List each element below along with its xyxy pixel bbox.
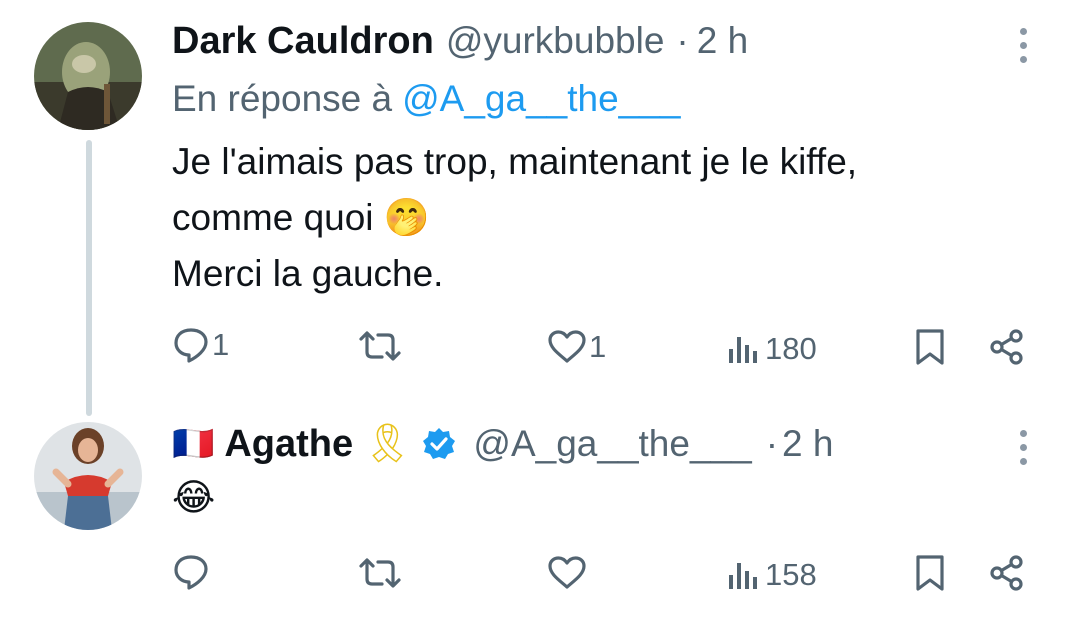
retweet-button[interactable] <box>358 330 402 362</box>
reply-icon <box>174 328 208 363</box>
reply-context: En réponse à @A_ga__the___ <box>172 78 680 120</box>
tweet-line-1: Je l'aimais pas trop, maintenant je le k… <box>172 141 858 182</box>
bookmark-button[interactable] <box>914 328 946 366</box>
bookmark-icon <box>916 329 944 365</box>
reply-button[interactable] <box>172 554 210 590</box>
like-button[interactable] <box>547 556 587 590</box>
heart-icon <box>548 330 586 363</box>
views-icon <box>729 337 757 363</box>
tweet-line-2: comme quoi 🤭 <box>172 190 857 246</box>
verified-icon[interactable] <box>421 426 457 462</box>
separator: · <box>765 423 779 464</box>
bookmark-button[interactable] <box>914 554 946 592</box>
retweet-button[interactable] <box>358 557 402 589</box>
reply-button[interactable]: 1 <box>172 327 229 363</box>
tweet-text: Je l'aimais pas trop, maintenant je le k… <box>172 134 857 302</box>
heart-icon <box>548 556 586 589</box>
views-icon <box>729 563 757 589</box>
tweet-header: Dark Cauldron @yurkbubble · 2 h <box>172 20 748 63</box>
flag-emoji: 🇫🇷 <box>172 425 215 463</box>
share-icon <box>990 555 1023 591</box>
tweet-line-3: Merci la gauche. <box>172 253 444 294</box>
view-count: 158 <box>765 557 817 592</box>
display-name[interactable]: Dark Cauldron <box>172 20 434 63</box>
view-count: 180 <box>765 331 817 366</box>
more-options-icon[interactable] <box>1020 430 1027 465</box>
tweet-line-2-text: comme quoi <box>172 197 374 238</box>
share-icon <box>990 329 1023 365</box>
timestamp[interactable]: 2 h <box>782 423 833 465</box>
avatar[interactable] <box>34 22 142 130</box>
handle[interactable]: @A_ga__the___ <box>473 423 751 465</box>
avatar[interactable] <box>34 422 142 530</box>
separator: · <box>676 20 689 61</box>
share-button[interactable] <box>988 328 1026 366</box>
display-name[interactable]: Agathe <box>224 423 353 466</box>
reply-prefix: En réponse à <box>172 78 393 119</box>
views-button[interactable]: 158 <box>727 557 817 593</box>
retweet-icon <box>359 558 401 588</box>
reply-icon <box>174 555 208 590</box>
tweet-header: 🇫🇷 Agathe 🎗 @A_ga__the___ · 2 h <box>172 422 833 466</box>
like-count: 1 <box>589 329 607 364</box>
reply-count: 1 <box>212 327 230 362</box>
views-button[interactable]: 180 <box>727 331 817 367</box>
share-button[interactable] <box>988 554 1026 592</box>
ribbon-emoji: 🎗 <box>363 423 412 465</box>
retweet-icon <box>359 331 401 361</box>
tweet-text: 😂 <box>172 477 216 518</box>
reply-to-link[interactable]: @A_ga__the___ <box>402 78 680 120</box>
bookmark-icon <box>916 555 944 591</box>
timestamp[interactable]: 2 h <box>697 20 748 62</box>
thread-line <box>86 140 92 416</box>
handle[interactable]: @yurkbubble <box>446 20 665 62</box>
like-button[interactable]: 1 <box>547 329 606 365</box>
emoji: 🤭 <box>383 197 430 238</box>
more-options-icon[interactable] <box>1020 28 1027 63</box>
